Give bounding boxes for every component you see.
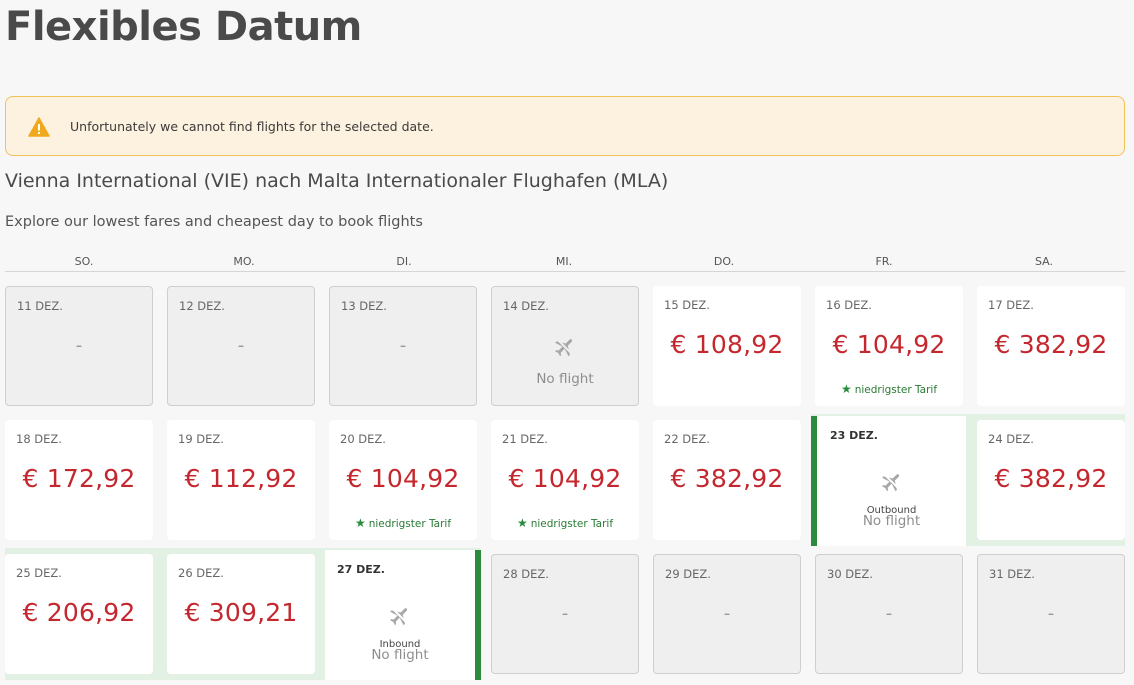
day-price: € 382,92 <box>670 464 784 493</box>
day-date: 27 DEZ. <box>337 563 385 576</box>
calendar-day-cell-outbound[interactable]: 23 DEZ. Outbound No flight <box>811 416 966 546</box>
day-date: 28 DEZ. <box>503 567 549 581</box>
no-flight-plane-icon <box>811 470 966 498</box>
calendar-day-cell-inbound[interactable]: 27 DEZ. Inbound No flight <box>325 550 481 680</box>
calendar-day-cell[interactable]: 21 DEZ. € 104,92 ★ niedrigster Tarif <box>491 420 639 540</box>
no-price-dash: - <box>885 603 893 624</box>
day-date: 14 DEZ. <box>503 299 549 313</box>
calendar-day-cell[interactable]: 16 DEZ. € 104,92 ★ niedrigster Tarif <box>815 286 963 406</box>
subtitle: Explore our lowest fares and cheapest da… <box>5 214 423 230</box>
day-price: € 112,92 <box>184 464 298 493</box>
warning-icon <box>28 117 50 137</box>
day-date: 31 DEZ. <box>989 567 1035 581</box>
day-price: € 382,92 <box>994 330 1108 359</box>
day-date: 24 DEZ. <box>988 432 1034 446</box>
day-date: 30 DEZ. <box>827 567 873 581</box>
calendar-day-cell[interactable]: 19 DEZ. € 112,92 <box>167 420 315 540</box>
warning-alert: Unfortunately we cannot find flights for… <box>5 96 1125 156</box>
weekday-header: SO. MO. DI. MI. DO. FR. SA. <box>5 252 1125 272</box>
weekday-label: SO. <box>74 255 94 268</box>
day-date: 12 DEZ. <box>179 299 225 313</box>
calendar-day-cell: 29 DEZ. - <box>653 554 801 674</box>
day-price: € 104,92 <box>346 464 460 493</box>
weekday-label: SA. <box>1034 255 1053 268</box>
calendar-day-cell: 31 DEZ. - <box>977 554 1125 674</box>
day-price: € 172,92 <box>22 464 136 493</box>
calendar-day-cell: 11 DEZ. - <box>5 286 153 406</box>
calendar-day-cell: 28 DEZ. - <box>491 554 639 674</box>
day-price: € 309,21 <box>184 598 298 627</box>
day-date: 13 DEZ. <box>341 299 387 313</box>
no-price-dash: - <box>1047 603 1055 624</box>
no-flight-text: No flight <box>371 647 429 663</box>
day-date: 26 DEZ. <box>178 566 224 580</box>
day-date: 17 DEZ. <box>988 298 1034 312</box>
lowest-fare-badge: ★ niedrigster Tarif <box>329 516 477 530</box>
weekday-label: FR. <box>875 255 893 268</box>
lowest-fare-badge: ★ niedrigster Tarif <box>491 516 639 530</box>
weekday-label: DI. <box>396 255 412 268</box>
lowest-fare-label: niedrigster Tarif <box>530 518 614 530</box>
calendar-day-cell[interactable]: 18 DEZ. € 172,92 <box>5 420 153 540</box>
calendar-day-cell: 30 DEZ. - <box>815 554 963 674</box>
alert-message: Unfortunately we cannot find flights for… <box>70 119 434 134</box>
no-flight-plane-icon <box>325 604 481 632</box>
calendar-day-cell[interactable]: 20 DEZ. € 104,92 ★ niedrigster Tarif <box>329 420 477 540</box>
lowest-fare-label: niedrigster Tarif <box>854 384 938 396</box>
no-price-dash: - <box>75 335 83 356</box>
day-price: € 108,92 <box>670 330 784 359</box>
calendar-day-cell[interactable]: 25 DEZ. € 206,92 <box>5 554 153 674</box>
calendar-day-cell[interactable]: 24 DEZ. € 382,92 <box>977 420 1125 540</box>
no-flight-plane-icon <box>492 335 638 363</box>
day-date: 29 DEZ. <box>665 567 711 581</box>
lowest-fare-label: niedrigster Tarif <box>368 518 452 530</box>
star-icon: ★ <box>516 516 528 530</box>
day-date: 23 DEZ. <box>830 429 878 442</box>
calendar-day-cell[interactable]: 15 DEZ. € 108,92 <box>653 286 801 406</box>
calendar-day-cell[interactable]: 26 DEZ. € 309,21 <box>167 554 315 674</box>
calendar-day-cell: 12 DEZ. - <box>167 286 315 406</box>
star-icon: ★ <box>840 382 852 396</box>
no-flight-text: No flight <box>536 371 594 387</box>
weekday-label: DO. <box>713 255 735 268</box>
weekday-label: MO. <box>233 255 255 268</box>
day-date: 25 DEZ. <box>16 566 62 580</box>
no-price-dash: - <box>399 335 407 356</box>
day-date: 11 DEZ. <box>17 299 63 313</box>
day-date: 20 DEZ. <box>340 432 386 446</box>
no-price-dash: - <box>561 603 569 624</box>
day-date: 22 DEZ. <box>664 432 710 446</box>
calendar-day-cell[interactable]: 17 DEZ. € 382,92 <box>977 286 1125 406</box>
day-date: 19 DEZ. <box>178 432 224 446</box>
day-price: € 206,92 <box>22 598 136 627</box>
no-price-dash: - <box>723 603 731 624</box>
day-price: € 104,92 <box>508 464 622 493</box>
day-date: 16 DEZ. <box>826 298 872 312</box>
day-price: € 382,92 <box>994 464 1108 493</box>
route-heading: Vienna International (VIE) nach Malta In… <box>5 170 669 192</box>
no-price-dash: - <box>237 335 245 356</box>
star-icon: ★ <box>354 516 366 530</box>
page-title: Flexibles Datum <box>5 4 362 50</box>
calendar-day-cell: 13 DEZ. - <box>329 286 477 406</box>
no-flight-text: No flight <box>862 513 921 529</box>
calendar-day-cell[interactable]: 22 DEZ. € 382,92 <box>653 420 801 540</box>
day-date: 15 DEZ. <box>664 298 710 312</box>
day-date: 21 DEZ. <box>502 432 548 446</box>
day-price: € 104,92 <box>832 330 946 359</box>
day-date: 18 DEZ. <box>16 432 62 446</box>
weekday-label: MI. <box>555 255 573 268</box>
lowest-fare-badge: ★ niedrigster Tarif <box>815 382 963 396</box>
calendar-day-cell: 14 DEZ. No flight <box>491 286 639 406</box>
